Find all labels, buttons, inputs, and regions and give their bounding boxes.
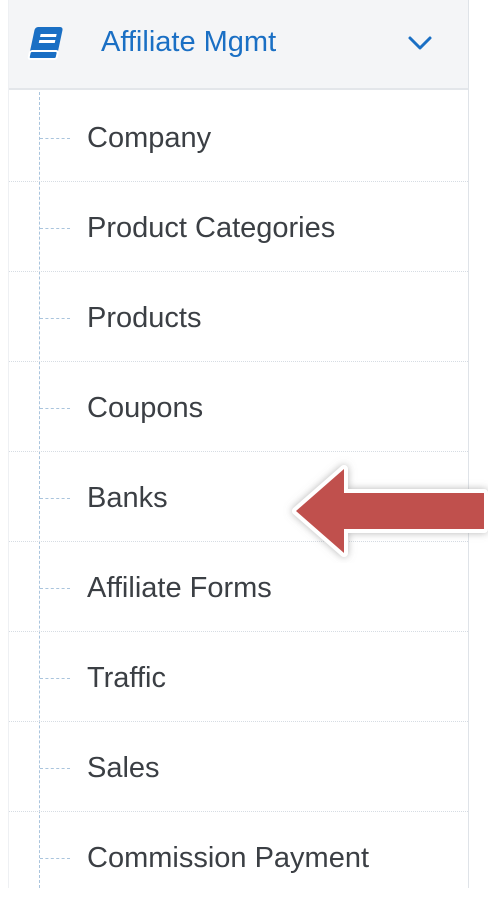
submenu-item-label: Affiliate Forms bbox=[87, 572, 272, 604]
submenu-item-label: Sales bbox=[87, 752, 160, 784]
tree-connector bbox=[40, 228, 70, 229]
chevron-down-icon[interactable] bbox=[405, 30, 435, 56]
menu-header-label: Affiliate Mgmt bbox=[101, 26, 277, 58]
menu-header-affiliate-mgmt[interactable]: Affiliate Mgmt bbox=[9, 0, 468, 90]
tree-connector bbox=[40, 858, 70, 859]
tree-connector bbox=[40, 138, 70, 139]
submenu-item-label: Banks bbox=[87, 482, 168, 514]
tree-connector bbox=[40, 768, 70, 769]
tree-connector bbox=[40, 588, 70, 589]
submenu-item-label: Company bbox=[87, 122, 212, 154]
callout-arrow-icon bbox=[292, 465, 488, 557]
sidebar: Affiliate Mgmt Company Product Categorie… bbox=[8, 0, 469, 888]
book-icon bbox=[27, 27, 63, 60]
submenu-item-traffic[interactable]: Traffic bbox=[9, 632, 468, 722]
submenu-item-label: Products bbox=[87, 302, 202, 334]
submenu-item-commission-payment[interactable]: Commission Payment bbox=[9, 812, 468, 902]
submenu-item-label: Commission Payment bbox=[87, 842, 370, 874]
submenu-item-products[interactable]: Products bbox=[9, 272, 468, 362]
submenu-item-product-categories[interactable]: Product Categories bbox=[9, 182, 468, 272]
submenu-item-coupons[interactable]: Coupons bbox=[9, 362, 468, 452]
submenu-item-label: Coupons bbox=[87, 392, 204, 424]
tree-connector bbox=[40, 408, 70, 409]
tree-connector bbox=[40, 678, 70, 679]
tree-connector bbox=[40, 318, 70, 319]
submenu-item-company[interactable]: Company bbox=[9, 92, 468, 182]
tree-connector bbox=[40, 498, 70, 499]
submenu-item-label: Product Categories bbox=[87, 212, 336, 244]
submenu-item-label: Traffic bbox=[87, 662, 166, 694]
submenu-item-sales[interactable]: Sales bbox=[9, 722, 468, 812]
